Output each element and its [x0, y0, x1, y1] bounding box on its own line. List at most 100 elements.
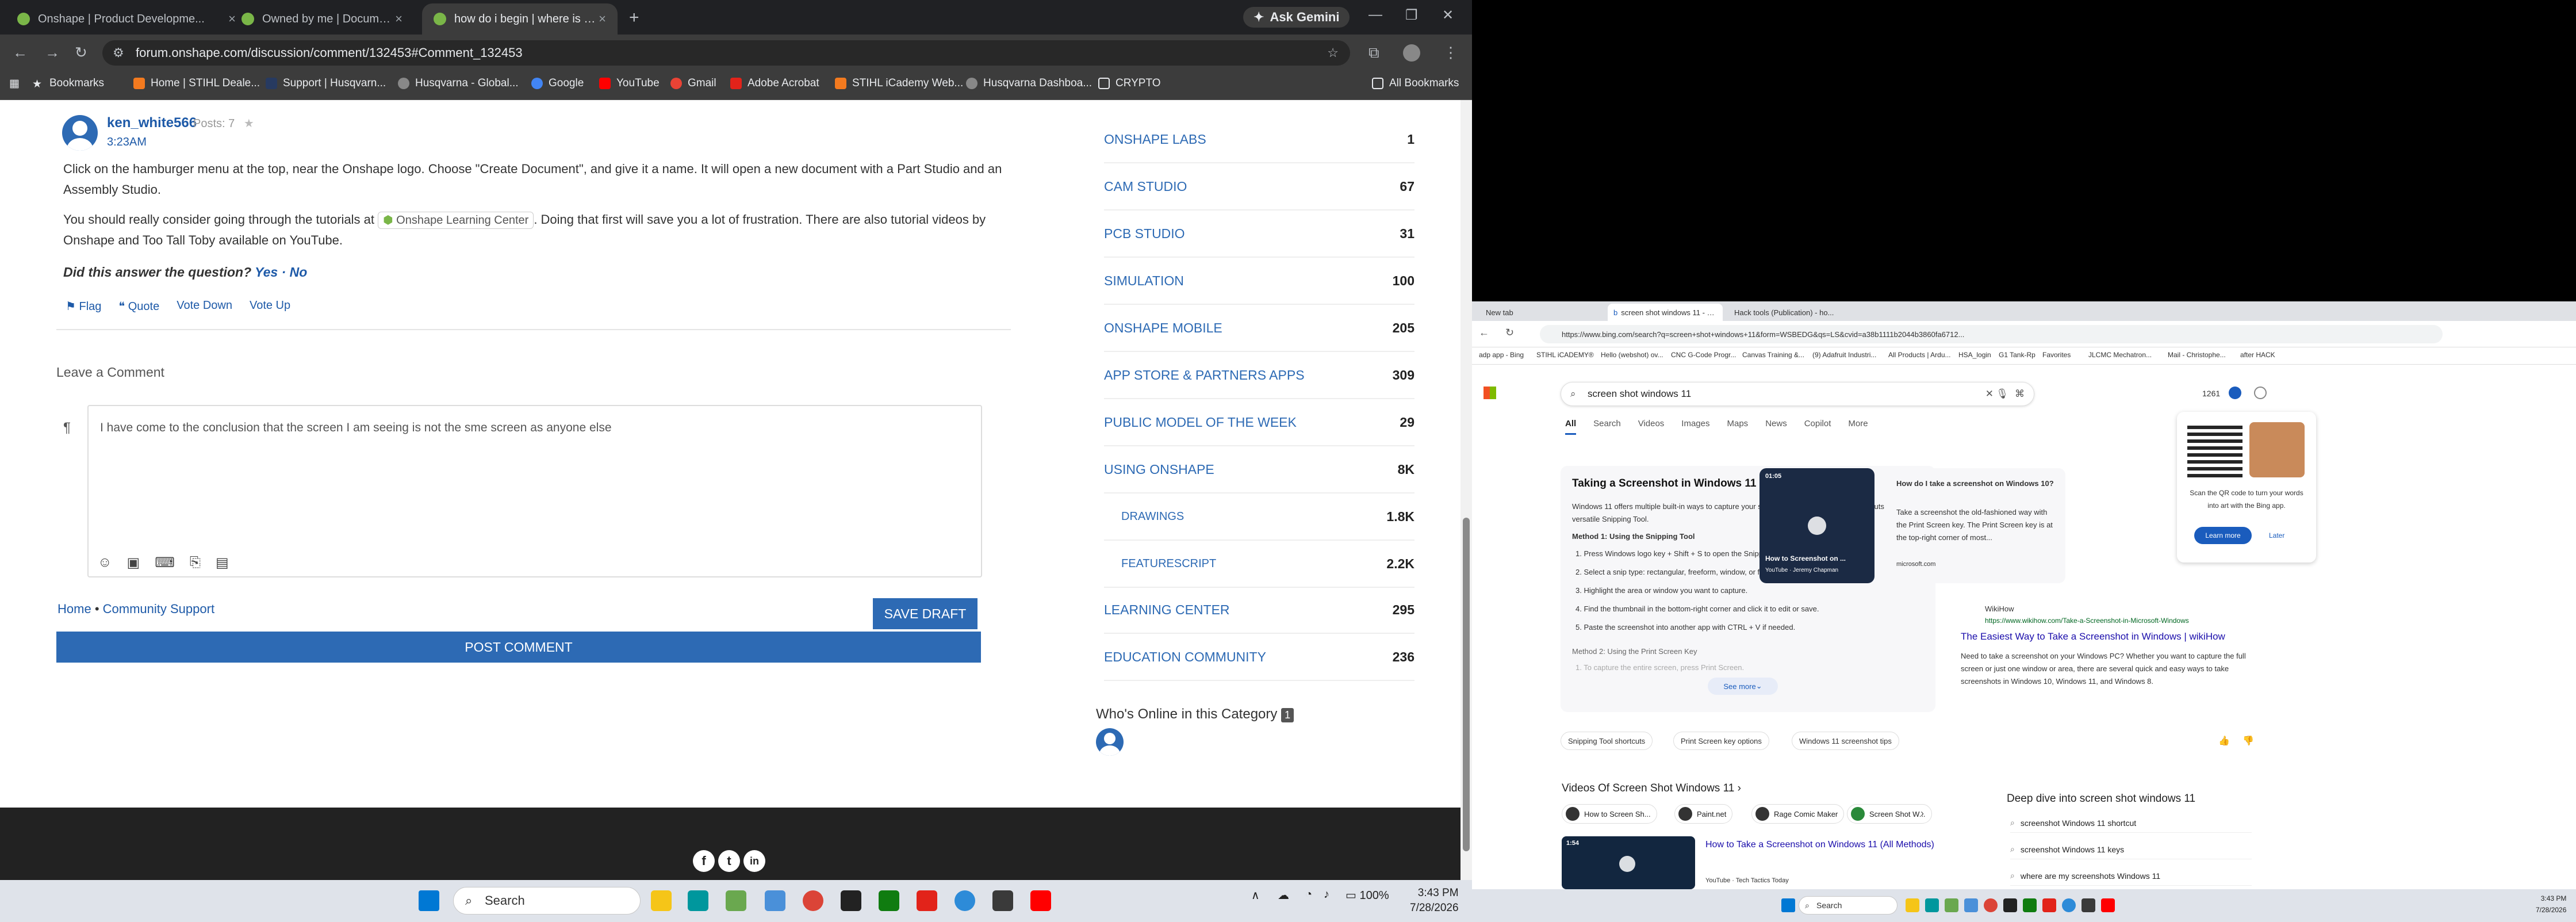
reload-icon[interactable]: ↻ — [75, 44, 87, 62]
bookmark-item[interactable]: ★ Bookmarks — [32, 77, 104, 90]
forward-icon[interactable]: → — [45, 44, 60, 62]
flag-button[interactable]: ⚑ Flag — [66, 299, 101, 313]
tab-copilot[interactable]: Copilot — [1804, 419, 1831, 435]
chrome-icon[interactable] — [2062, 898, 2076, 912]
acrobat-icon[interactable] — [917, 890, 937, 911]
category-item[interactable]: FEATURESCRIPT 2.2K — [1104, 541, 1414, 588]
close-icon[interactable]: ✕ — [1985, 388, 1994, 400]
category-item[interactable]: SIMULATION 100 — [1104, 258, 1414, 305]
tab-hack-tools[interactable]: Hack tools (Publication) - ho... — [1728, 304, 1849, 321]
bookmark-item[interactable]: STIHL iCademy Web... — [835, 77, 963, 90]
new-tab-icon[interactable]: + — [629, 8, 639, 28]
bookmark-item[interactable]: after HACK — [2240, 351, 2275, 359]
chrome-icon[interactable] — [1984, 898, 1998, 912]
twitter-icon[interactable]: t — [718, 850, 740, 872]
see-more-button[interactable]: See more ⌄ — [1708, 678, 1778, 695]
camera-search-icon[interactable]: ⌘ — [2015, 388, 2025, 400]
related-search[interactable]: ⌕ screenshot Windows 11 shortcut — [2010, 813, 2252, 833]
app-icon[interactable] — [1906, 898, 1919, 912]
app-icon[interactable] — [1964, 898, 1978, 912]
chevron-up-icon[interactable]: ∧ — [1251, 888, 1260, 902]
vote-down-button[interactable]: Vote Down — [177, 299, 232, 313]
related-search[interactable]: ⌕ where are my screenshots Windows 11 — [2010, 866, 2252, 886]
tab-news[interactable]: News — [1765, 419, 1787, 435]
taskbar-search[interactable]: ⌕ Search — [1799, 896, 1897, 915]
ask-gemini-button[interactable]: ✦ Ask Gemini — [1243, 7, 1350, 28]
app-icon[interactable] — [2082, 898, 2095, 912]
category-item[interactable]: ONSHAPE LABS 1 — [1104, 116, 1414, 163]
tab-documents[interactable]: Owned by me | Documents × — [230, 3, 414, 35]
tab-videos[interactable]: Videos — [1638, 419, 1665, 435]
category-item[interactable]: ONSHAPE MOBILE 205 — [1104, 305, 1414, 352]
thumbs-down-icon[interactable]: 👎 — [2242, 735, 2254, 747]
video-title-link[interactable]: How to Take a Screenshot on Windows 11 (… — [1705, 839, 1958, 851]
facebook-icon[interactable]: f — [693, 850, 715, 872]
url-input[interactable]: https://www.bing.com/search?q=screen+sho… — [1540, 325, 2443, 343]
mic-icon[interactable]: 🎙 — [1996, 388, 2008, 400]
result-url[interactable]: https://www.wikihow.com/Take-a-Screensho… — [1985, 614, 2189, 627]
xbox-icon[interactable] — [879, 890, 899, 911]
breadcrumb-community-support[interactable]: Community Support — [103, 602, 214, 616]
avatar[interactable] — [1096, 728, 1124, 756]
youtube-icon[interactable] — [1030, 890, 1051, 911]
category-item[interactable]: LEARNING CENTER 295 — [1104, 587, 1414, 634]
image-icon[interactable]: ▣ — [127, 554, 140, 571]
star-icon[interactable]: ☆ — [1327, 45, 1339, 60]
bookmark-item[interactable]: STIHL iCADEMY® — [1536, 351, 1594, 359]
bookmark-item[interactable]: Mail - Christophe... — [2168, 351, 2226, 359]
bookmark-item[interactable]: Hello (webshot) ov... — [1601, 351, 1663, 359]
learn-more-button[interactable]: Learn more — [2194, 527, 2252, 544]
bookmark-item[interactable]: HSA_login — [1958, 351, 1991, 359]
arduino-icon[interactable] — [688, 890, 708, 911]
bookmark-folder[interactable]: CRYPTO — [1098, 77, 1161, 90]
comment-editor[interactable]: I have come to the conclusion that the s… — [87, 405, 982, 577]
suggestion-pill[interactable]: Snipping Tool shortcuts — [1561, 732, 1653, 750]
close-icon[interactable]: × — [395, 12, 402, 26]
paragraph-format-icon[interactable]: ¶ — [63, 420, 71, 436]
bookmark-item[interactable]: Gmail — [670, 77, 716, 90]
battery-indicator[interactable]: ▭ 100% — [1346, 888, 1389, 902]
profile-avatar[interactable] — [1403, 44, 1420, 62]
rewards-count[interactable]: 1261 — [2202, 389, 2220, 398]
no-link[interactable]: No — [290, 265, 308, 280]
maximize-icon[interactable]: ❐ — [1405, 7, 1418, 24]
video-chip[interactable]: Paint.net — [1674, 804, 1733, 824]
cloud-icon[interactable]: ☁ — [1278, 888, 1289, 902]
app-icon[interactable] — [1925, 898, 1939, 912]
tab-new[interactable]: New tab — [1480, 304, 1601, 321]
avatar[interactable] — [62, 115, 98, 151]
comment-text[interactable]: I have come to the conclusion that the s… — [100, 421, 612, 435]
vote-up-button[interactable]: Vote Up — [250, 299, 290, 313]
bookmark-item[interactable]: Support | Husqvarn... — [266, 77, 386, 90]
start-icon[interactable] — [419, 890, 439, 911]
table-icon[interactable]: ▤ — [216, 554, 229, 571]
taskbar-search[interactable]: ⌕ Search — [453, 887, 641, 915]
bookmark-item[interactable]: Adobe Acrobat — [730, 77, 819, 90]
related-search[interactable]: ⌕ screenshot Windows 11 keys — [2010, 840, 2252, 859]
learning-center-link[interactable]: ⬢ Onshape Learning Center — [378, 212, 534, 229]
bookmark-item[interactable]: Home | STIHL Deale... — [133, 77, 260, 90]
xbox-icon[interactable] — [2023, 898, 2037, 912]
microsoft-logo-icon[interactable] — [1483, 387, 1496, 399]
video-thumbnail[interactable]: 1:54 — [1562, 836, 1695, 889]
chrome-icon[interactable] — [954, 890, 975, 911]
source-label[interactable]: microsoft.com — [1896, 558, 1935, 571]
app-icon[interactable] — [1945, 898, 1958, 912]
app-icon[interactable] — [726, 890, 746, 911]
all-bookmarks-folder[interactable]: All Bookmarks — [1372, 77, 1459, 90]
quote-button[interactable]: ❝ Quote — [118, 299, 159, 313]
amazon-icon[interactable] — [841, 890, 861, 911]
back-icon[interactable]: ← — [1479, 327, 1489, 339]
app-icon[interactable] — [2003, 898, 2017, 912]
video-chip[interactable]: How to Screen Sh... — [1562, 804, 1657, 824]
file-explorer-icon[interactable] — [651, 890, 672, 911]
category-item[interactable]: EDUCATION COMMUNITY 236 — [1104, 634, 1414, 681]
bookmark-item[interactable]: All Products | Ardu... — [1888, 351, 1951, 359]
minimize-icon[interactable]: — — [1368, 7, 1382, 23]
bookmark-item[interactable]: Google — [531, 77, 584, 90]
code-icon[interactable]: ⌨ — [155, 554, 175, 571]
site-info-icon[interactable]: ⚙ — [113, 45, 124, 60]
close-window-icon[interactable]: ✕ — [1442, 7, 1454, 24]
wifi-icon[interactable]: ◔ — [1305, 888, 1312, 901]
post-time[interactable]: 3:23AM — [107, 136, 147, 149]
